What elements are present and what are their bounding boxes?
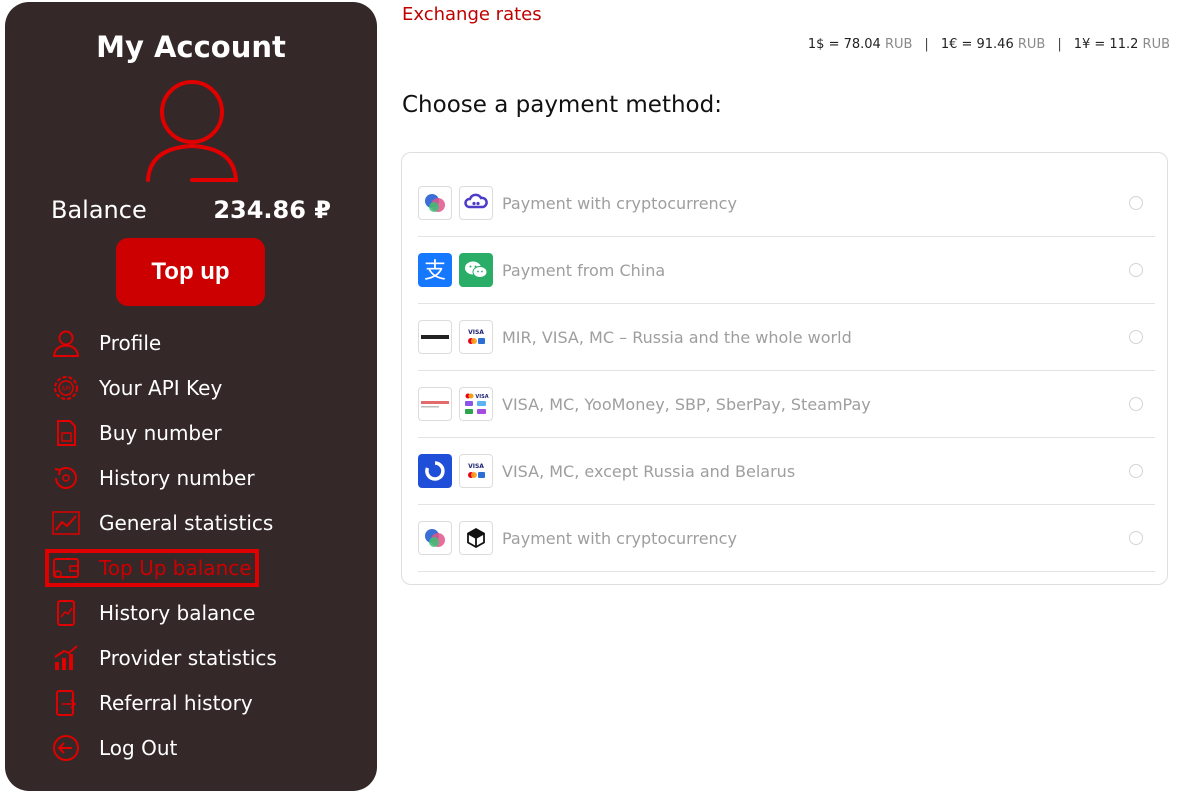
payment-method-label: MIR, VISA, MC – Russia and the whole wor… — [502, 327, 852, 347]
payment-method-label: VISA, MC, except Russia and Belarus — [502, 461, 796, 481]
sidebar-item-referral-history[interactable]: Referral history — [47, 680, 367, 725]
monume-logo — [418, 320, 452, 354]
rate-separator: | — [924, 37, 929, 52]
cryptocloud-icon — [459, 186, 493, 220]
payment-method-radio[interactable] — [1129, 531, 1143, 545]
sidebar-item-buy-number[interactable]: Buy number — [47, 410, 367, 455]
svg-text:API: API — [61, 385, 71, 392]
crypto-coins-icon — [418, 186, 452, 220]
payment-method-radio[interactable] — [1129, 464, 1143, 478]
payment-method-china[interactable]: 支 Payment from China — [418, 237, 1155, 304]
logout-icon — [51, 733, 81, 763]
payment-heading: Choose a payment method: — [402, 92, 722, 118]
payment-method-label: Payment from China — [502, 260, 666, 280]
sidebar-item-general-statistics[interactable]: General statistics — [47, 500, 367, 545]
payment-methods-list: Payment with cryptocurrency 支 Payment fr… — [401, 152, 1168, 585]
sidebar-item-label: History number — [99, 465, 255, 490]
sidebar-menu: Profile API Your API Key Buy number Hist… — [45, 320, 367, 770]
svg-text:VISA: VISA — [475, 394, 488, 400]
payment-method-radio[interactable] — [1129, 397, 1143, 411]
multi-pay-icon: VISA — [459, 387, 493, 421]
alipay-icon: 支 — [418, 253, 452, 287]
payment-method-freekassa[interactable]: VISA VISA, MC, YooMoney, SBP, SberPay, S… — [418, 371, 1155, 438]
payment-method-radio[interactable] — [1129, 263, 1143, 277]
sidebar-item-history-number[interactable]: History number — [47, 455, 367, 500]
rate-cny: 1¥ = 11.2 RUB — [1073, 37, 1170, 52]
sim-card-icon — [51, 418, 81, 448]
payment-method-label: Payment with cryptocurrency — [502, 528, 737, 548]
sidebar-item-top-up-balance[interactable]: Top Up balance — [45, 545, 367, 590]
svg-text:VISA: VISA — [468, 329, 484, 336]
sidebar-item-label: Your API Key — [99, 375, 223, 400]
user-icon — [51, 328, 81, 358]
user-avatar-icon — [146, 80, 239, 182]
payment-method-radio[interactable] — [1129, 196, 1143, 210]
account-sidebar: My Account Balance 234.86 ₽ Top up Profi… — [5, 2, 377, 791]
sidebar-item-label: Log Out — [99, 735, 178, 760]
wallet-icon — [51, 553, 81, 583]
sidebar-item-label: History balance — [99, 600, 256, 625]
crypto-coins-icon — [418, 521, 452, 555]
sidebar-title: My Account — [96, 30, 286, 64]
blue-circle-logo — [418, 454, 452, 488]
rate-eur: 1€ = 91.46 RUB — [940, 37, 1046, 52]
sidebar-item-provider-statistics[interactable]: Provider statistics — [47, 635, 367, 680]
payment-method-mir-visa-mc[interactable]: VISA MIR, VISA, MC – Russia and the whol… — [418, 304, 1155, 371]
api-gear-icon: API — [51, 373, 81, 403]
sidebar-item-label: Buy number — [99, 420, 222, 445]
svg-text:VISA: VISA — [468, 463, 484, 470]
wechat-pay-icon — [459, 253, 493, 287]
payment-method-radio[interactable] — [1129, 330, 1143, 344]
history-icon — [51, 463, 81, 493]
payment-method-crypto-alt[interactable]: Payment with cryptocurrency — [418, 505, 1155, 572]
exchange-rates-title: Exchange rates — [402, 4, 542, 25]
balance-value: 234.86 ₽ — [213, 196, 331, 224]
rate-separator: | — [1057, 37, 1062, 52]
line-chart-icon — [51, 508, 81, 538]
cube-icon — [459, 521, 493, 555]
sidebar-item-api-key[interactable]: API Your API Key — [47, 365, 367, 410]
sidebar-item-label: Referral history — [99, 690, 253, 715]
svg-text:支: 支 — [424, 259, 446, 284]
payment-method-crypto[interactable]: Payment with cryptocurrency — [418, 170, 1155, 237]
sidebar-item-label: Provider statistics — [99, 645, 277, 670]
balance-label: Balance — [51, 196, 147, 224]
phone-chart-icon — [51, 598, 81, 628]
visa-mc-icon: VISA — [459, 320, 493, 354]
top-up-button[interactable]: Top up — [116, 238, 265, 306]
sidebar-item-history-balance[interactable]: History balance — [47, 590, 367, 635]
sidebar-item-label: General statistics — [99, 510, 274, 535]
sidebar-item-log-out[interactable]: Log Out — [47, 725, 367, 770]
bar-chart-icon — [51, 643, 81, 673]
freekassa-logo — [418, 387, 452, 421]
payment-method-international[interactable]: VISA VISA, MC, except Russia and Belarus — [418, 438, 1155, 505]
sidebar-item-label: Profile — [99, 330, 162, 355]
sidebar-item-profile[interactable]: Profile — [47, 320, 367, 365]
phone-share-icon — [51, 688, 81, 718]
payment-method-label: Payment with cryptocurrency — [502, 193, 737, 213]
exchange-rates: 1$ = 78.04 RUB | 1€ = 91.46 RUB | 1¥ = 1… — [808, 37, 1170, 52]
payment-method-label: VISA, MC, YooMoney, SBP, SberPay, SteamP… — [502, 394, 871, 414]
visa-mc-icon: VISA — [459, 454, 493, 488]
rate-usd: 1$ = 78.04 RUB — [807, 37, 913, 52]
sidebar-item-label: Top Up balance — [99, 555, 252, 580]
